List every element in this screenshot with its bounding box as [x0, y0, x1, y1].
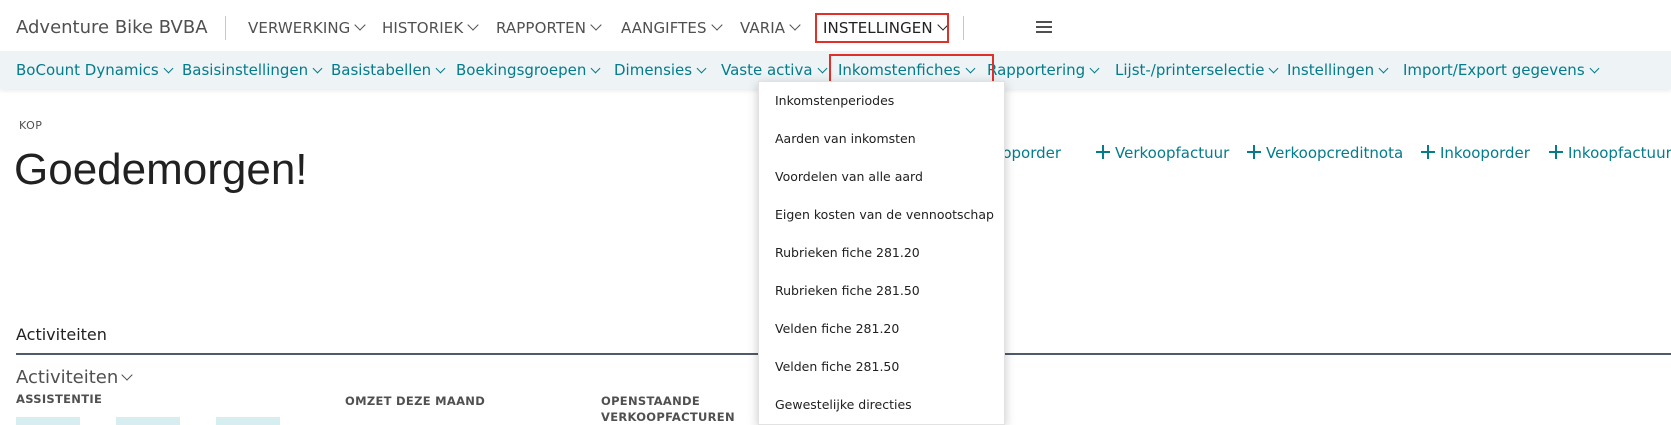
- separator: [225, 16, 226, 40]
- chevron-down-icon: [163, 63, 174, 74]
- subnav-basistabellen[interactable]: Basistabellen: [331, 61, 446, 79]
- chevron-down-icon: [817, 63, 827, 74]
- menu-item-velden-281-20[interactable]: Velden fiche 281.20: [775, 321, 899, 336]
- section-title-activiteiten: Activiteiten: [16, 325, 107, 344]
- topnav-label: AANGIFTES: [621, 19, 707, 37]
- chevron-down-icon: [312, 63, 323, 74]
- cue-tile[interactable]: [116, 417, 180, 425]
- plus-icon: [1549, 145, 1563, 159]
- highlight-box-inkomstenfiches: [829, 54, 994, 84]
- cue-label-openstaande: OPENSTAANDE VERKOOPFACTUREN: [601, 394, 735, 424]
- subnav-rapportering[interactable]: Rapportering: [987, 61, 1100, 79]
- plus-icon: [1096, 145, 1110, 159]
- chevron-down-icon: [789, 19, 801, 31]
- cue-tile[interactable]: [216, 417, 280, 425]
- plus-icon: [1421, 145, 1435, 159]
- topnav-label: RAPPORTEN: [496, 19, 587, 37]
- plus-icon: [1247, 145, 1261, 159]
- subnav-label: Basistabellen: [331, 61, 432, 79]
- topnav-aangiftes[interactable]: AANGIFTES: [621, 19, 723, 37]
- cue-label-assistentie: ASSISTENTIE: [16, 392, 103, 406]
- action-inkoopfactuur[interactable]: Inkoopfactuur: [1549, 144, 1671, 162]
- chevron-down-icon: [590, 19, 602, 31]
- chevron-down-icon: [1089, 63, 1100, 74]
- menu-item-velden-281-50[interactable]: Velden fiche 281.50: [775, 359, 899, 374]
- subnav-label: Dimensies: [614, 61, 693, 79]
- subnav-dimensies[interactable]: Dimensies: [614, 61, 707, 79]
- subnav-import-export[interactable]: Import/Export gegevens: [1403, 61, 1600, 79]
- chevron-down-icon: [1589, 63, 1600, 74]
- activities-group-toggle[interactable]: Activiteiten: [16, 367, 133, 388]
- chevron-down-icon: [590, 63, 601, 74]
- section-caption: KOP: [19, 119, 43, 132]
- topnav-rapporten[interactable]: RAPPORTEN: [496, 19, 602, 37]
- group-title: Activiteiten: [16, 367, 119, 388]
- chevron-down-icon: [354, 19, 367, 31]
- subnav-instellingen[interactable]: Instellingen: [1287, 61, 1389, 79]
- chevron-down-icon: [121, 369, 133, 381]
- subnav-label: Import/Export gegevens: [1403, 61, 1585, 79]
- page-title: Goedemorgen!: [14, 145, 308, 194]
- topnav-label: HISTORIEK: [382, 19, 464, 37]
- cue-label-omzet: OMZET DEZE MAAND: [345, 394, 486, 408]
- menu-item-inkomstenperiodes[interactable]: Inkomstenperiodes: [775, 93, 894, 108]
- action-label: Inkooporder: [1440, 144, 1530, 162]
- subnav-bocount-dynamics[interactable]: BoCount Dynamics: [16, 61, 174, 79]
- subnav-label: Lijst-/printerselectie: [1115, 61, 1265, 79]
- subnav-label: BoCount Dynamics: [16, 61, 159, 79]
- chevron-down-icon: [1269, 63, 1279, 74]
- action-label: Verkoopfactuur: [1115, 144, 1230, 162]
- subnav-basisinstellingen[interactable]: Basisinstellingen: [182, 61, 323, 79]
- subnav-label: Boekingsgroepen: [456, 61, 587, 79]
- topnav-verwerking[interactable]: VERWERKING: [248, 19, 367, 37]
- chevron-down-icon: [696, 63, 707, 74]
- topnav-varia[interactable]: VARIA: [740, 19, 801, 37]
- action-label: Verkoopcreditnota: [1266, 144, 1404, 162]
- chevron-down-icon: [467, 19, 479, 31]
- subnav-vaste-activa[interactable]: Vaste activa: [721, 61, 827, 79]
- menu-item-rubrieken-281-20[interactable]: Rubrieken fiche 281.20: [775, 245, 920, 260]
- subnav-lijst-printerselectie[interactable]: Lijst-/printerselectie: [1115, 61, 1279, 79]
- top-bar: Adventure Bike BVBA VERWERKING HISTORIEK…: [0, 0, 1671, 50]
- subnav-boekingsgroepen[interactable]: Boekingsgroepen: [456, 61, 601, 79]
- topnav-label: VERWERKING: [248, 19, 351, 37]
- menu-item-voordelen-van-alle-aard[interactable]: Voordelen van alle aard: [775, 169, 923, 184]
- subnav-label: Vaste activa: [721, 61, 813, 79]
- inkomstenfiches-dropdown: Inkomstenperiodes Aarden van inkomsten V…: [758, 81, 1005, 425]
- menu-item-eigen-kosten[interactable]: Eigen kosten van de vennootschap: [775, 207, 994, 222]
- action-label: Inkoopfactuur: [1568, 144, 1671, 162]
- subnav-label: Instellingen: [1287, 61, 1375, 79]
- cue-tile[interactable]: [16, 417, 80, 425]
- subnav-label: Basisinstellingen: [182, 61, 309, 79]
- menu-icon[interactable]: [1036, 21, 1052, 33]
- highlight-box-instellingen: [815, 13, 949, 43]
- company-name[interactable]: Adventure Bike BVBA: [16, 17, 208, 38]
- subnav-label: Rapportering: [987, 61, 1086, 79]
- action-verkoopfactuur[interactable]: Verkoopfactuur: [1096, 144, 1229, 162]
- topnav-label: VARIA: [740, 19, 786, 37]
- chevron-down-icon: [1378, 63, 1389, 74]
- menu-item-aarden-van-inkomsten[interactable]: Aarden van inkomsten: [775, 131, 916, 146]
- menu-item-rubrieken-281-50[interactable]: Rubrieken fiche 281.50: [775, 283, 920, 298]
- action-inkooporder[interactable]: Inkooporder: [1421, 144, 1530, 162]
- chevron-down-icon: [435, 63, 446, 74]
- chevron-down-icon: [710, 19, 723, 31]
- action-verkoopcreditnota[interactable]: Verkoopcreditnota: [1247, 144, 1403, 162]
- separator: [963, 16, 964, 40]
- topnav-historiek[interactable]: HISTORIEK: [382, 19, 479, 37]
- menu-item-gewestelijke-directies[interactable]: Gewestelijke directies: [775, 397, 912, 412]
